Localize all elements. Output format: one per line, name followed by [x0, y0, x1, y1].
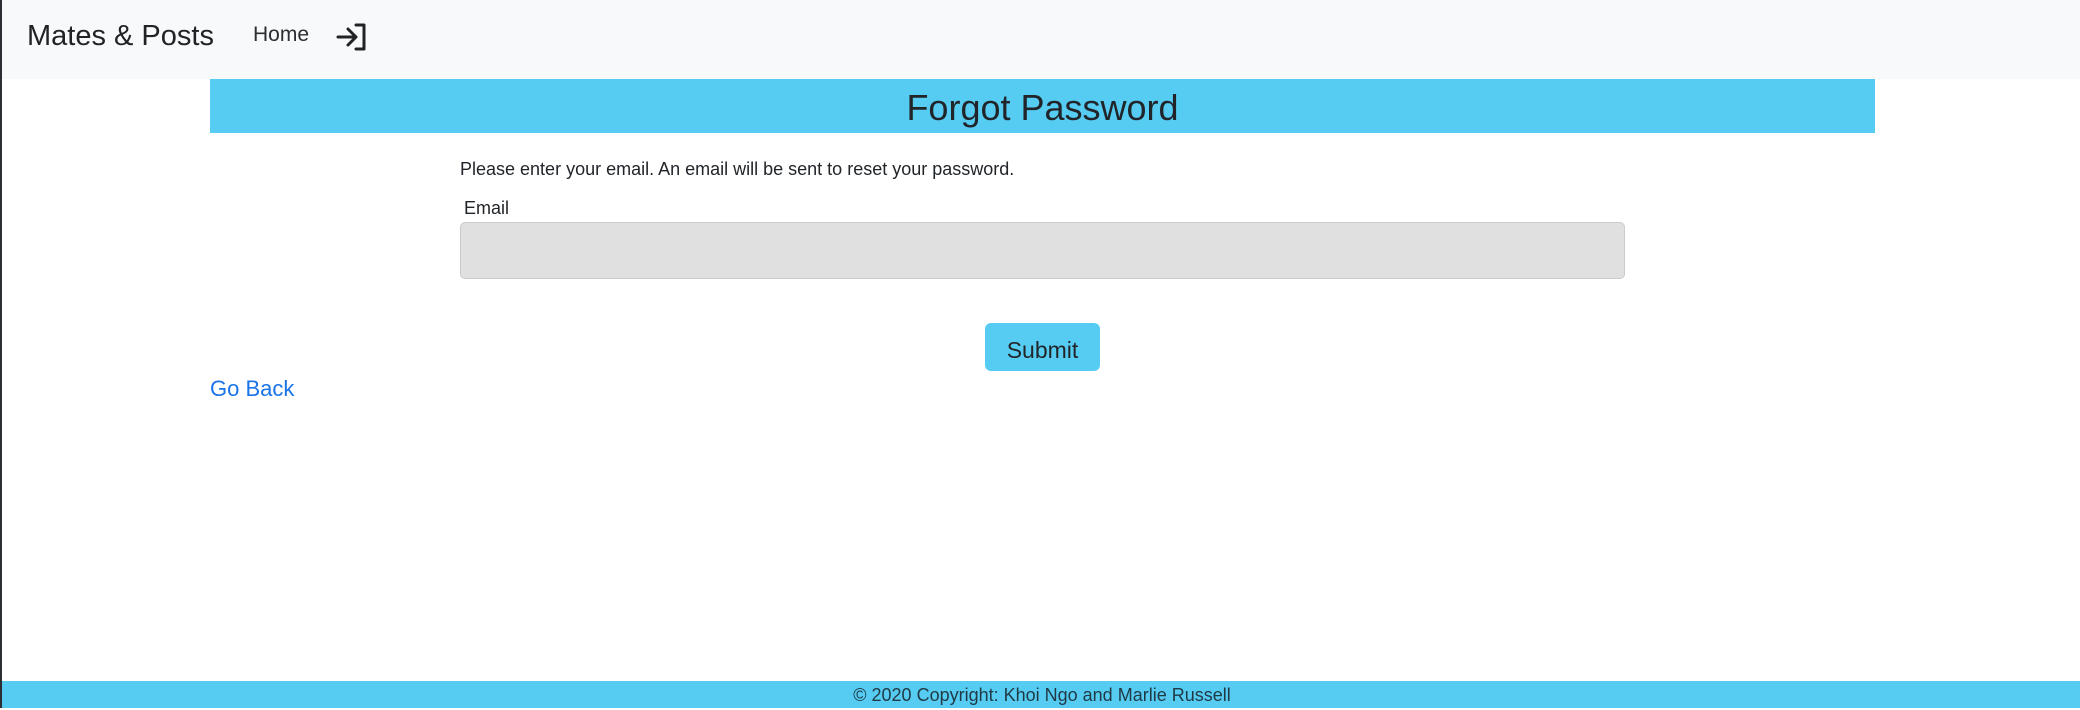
email-field[interactable]: [460, 222, 1625, 279]
brand-title[interactable]: Mates & Posts: [27, 17, 214, 55]
submit-button[interactable]: Submit: [985, 323, 1100, 371]
nav-home-link[interactable]: Home: [253, 20, 309, 50]
footer: © 2020 Copyright: Khoi Ngo and Marlie Ru…: [2, 681, 2080, 708]
page-title: Forgot Password: [906, 87, 1179, 128]
footer-copyright: © 2020 Copyright: Khoi Ngo and Marlie Ru…: [853, 685, 1231, 705]
login-icon[interactable]: [334, 18, 372, 56]
email-label: Email: [464, 198, 510, 218]
page-title-bar: Forgot Password: [210, 79, 1875, 133]
instructions-text: Please enter your email. An email will b…: [460, 159, 1015, 179]
go-back-link[interactable]: Go Back: [210, 374, 294, 404]
top-navbar: Mates & Posts Home: [2, 0, 2080, 79]
